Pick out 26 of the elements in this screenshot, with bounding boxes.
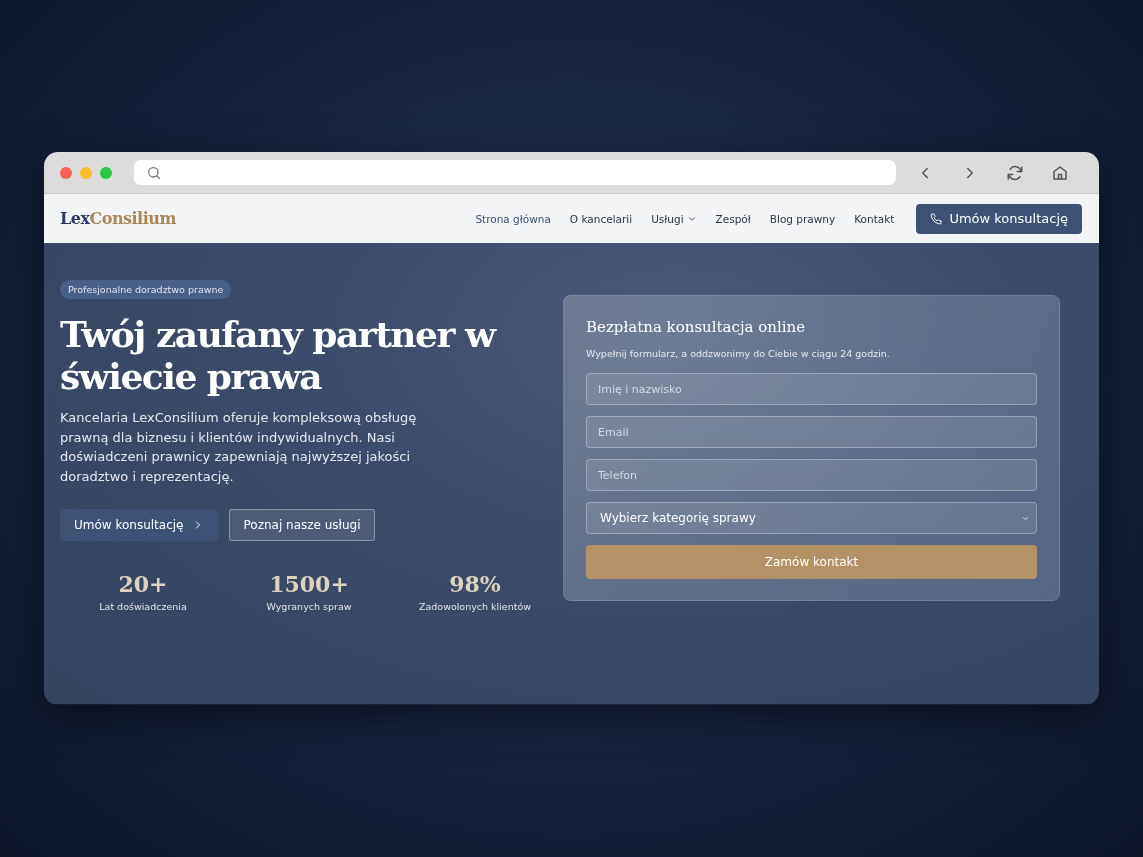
reload-icon[interactable] [1006, 163, 1024, 182]
nav-link[interactable]: Usługi [651, 212, 697, 225]
nav-link[interactable]: O kancelarii [569, 212, 633, 225]
logo[interactable]: LexConsilium [60, 209, 176, 228]
tagline-badge: Profesjonalne doradztwo prawne [60, 280, 232, 299]
book-consultation-button[interactable]: Umów konsultację [60, 509, 219, 541]
services-button[interactable]: Poznaj nasze usługi [229, 509, 375, 541]
category-select[interactable]: Wybierz kategorię sprawy [586, 502, 1037, 534]
nav-link[interactable]: Zespół [715, 212, 751, 225]
stat-value: 1500+ [269, 571, 349, 597]
stat-label: Zadowolonych klientów [418, 601, 532, 612]
home-icon[interactable] [1051, 163, 1069, 182]
phone-icon [930, 212, 943, 225]
hero-heading: Twój zaufany partner w świecie prawa [60, 313, 498, 397]
form-subtitle: Wypełnij formularz, a oddzwonimy do Ciebie w ciągu 24 godzin. [586, 348, 891, 359]
stat-label: Wygranych spraw [266, 601, 352, 612]
search-icon [146, 164, 162, 181]
stat-value: 20+ [118, 571, 168, 597]
form-title: Bezpłatna konsultacja online [586, 318, 807, 336]
nav-link[interactable]: Blog prawny [769, 212, 836, 225]
hero-description: Kancelaria LexConsilium oferuje kompleksową obsługę prawną dla biznesu i klientów indywidualnych. Nasi doświadczeni prawnicy zapewniają najwyższej jakości doradztwo i reprezentację. [60, 409, 418, 486]
book-consultation-button[interactable]: Umów konsultację [916, 203, 1082, 234]
stat-label: Lat doświadczenia [99, 601, 187, 612]
nav-link[interactable]: Strona główna [475, 212, 551, 225]
nav-link[interactable]: Kontakt [854, 212, 895, 225]
stat-value: 98% [449, 571, 501, 597]
